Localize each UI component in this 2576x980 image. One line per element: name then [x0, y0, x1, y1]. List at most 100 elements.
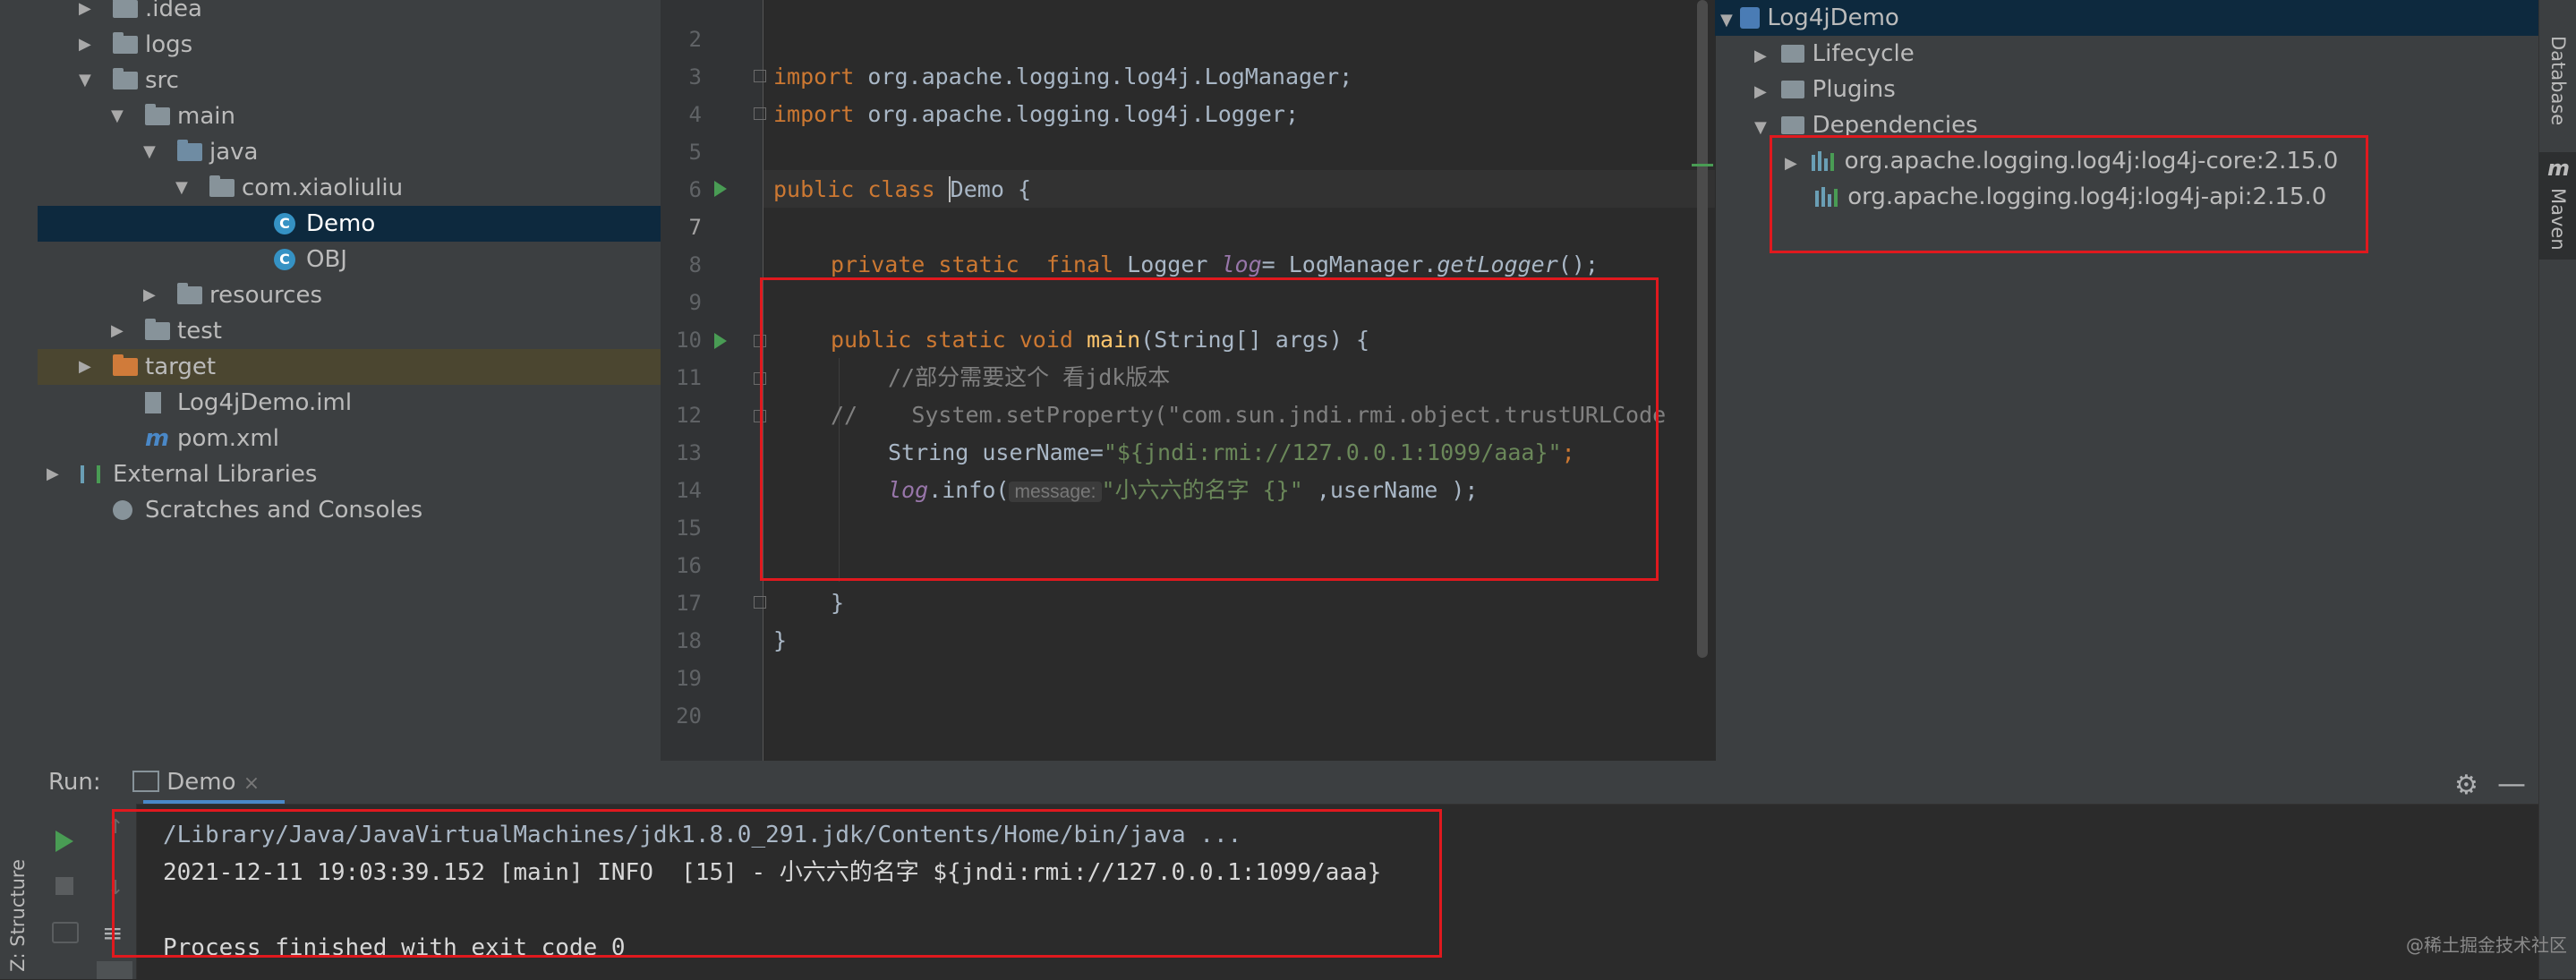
tree-item-label: OBJ: [306, 246, 347, 273]
folder-icon: [145, 319, 170, 340]
excluded-folder-icon: [113, 354, 138, 376]
maven-file-icon: m: [145, 425, 170, 452]
line-number: 18: [676, 628, 702, 653]
tree-item-com-xiaoliuliu[interactable]: ▼ com.xiaoliuliu: [38, 170, 661, 206]
highlight-box-code: [760, 277, 1659, 581]
tree-item-obj[interactable]: C OBJ: [38, 242, 661, 277]
tree-item-label: target: [145, 354, 217, 380]
database-tab[interactable]: Database: [2547, 36, 2569, 125]
watermark: @稀土掘金技术社区: [2406, 934, 2567, 956]
line-number: 17: [676, 591, 702, 616]
run-tab-demo[interactable]: Demo ×: [132, 761, 260, 804]
folder-gear-icon: [1781, 81, 1805, 98]
chevron-right-icon[interactable]: ▶: [111, 313, 129, 349]
scratches-icon: [113, 500, 132, 520]
java-class-icon: C: [274, 249, 295, 270]
code-line-19[interactable]: }: [773, 622, 787, 660]
line-number: 4: [688, 102, 702, 127]
structure-tab[interactable]: Z: Structure: [7, 859, 29, 972]
run-label: Run:: [48, 769, 101, 796]
tree-item-log4jdemo-iml[interactable]: Log4jDemo.iml: [38, 385, 661, 421]
line-number: 8: [688, 252, 702, 277]
maven-plugins[interactable]: ▶ Plugins: [1754, 72, 1896, 107]
tree-item-external-libraries[interactable]: ▶ External Libraries: [38, 456, 661, 492]
chevron-right-icon[interactable]: ▶: [47, 456, 64, 492]
scroll-end-icon[interactable]: [97, 961, 132, 979]
chevron-right-icon[interactable]: ▶: [79, 349, 97, 385]
editor-scrollbar[interactable]: [1697, 0, 1708, 658]
code-line-18[interactable]: }: [831, 584, 844, 622]
maven-project-icon: [1740, 7, 1761, 29]
line-number: 13: [676, 440, 702, 465]
line-number: 12: [676, 403, 702, 428]
change-marker: [1692, 164, 1713, 166]
line-number: 5: [688, 140, 702, 165]
folder-icon: [113, 32, 138, 54]
tree-item-scratches-and-consoles[interactable]: Scratches and Consoles: [38, 492, 661, 528]
rerun-icon[interactable]: [55, 831, 73, 852]
tree-item-logs[interactable]: ▶ logs: [38, 27, 661, 63]
maven-lifecycle[interactable]: ▶ Lifecycle: [1754, 36, 1915, 72]
tree-item--idea[interactable]: ▶ .idea: [38, 0, 661, 27]
line-number: 15: [676, 516, 702, 541]
chevron-right-icon[interactable]: ▶: [79, 0, 97, 27]
run-tab-underline: [143, 800, 285, 804]
close-tab-icon[interactable]: ×: [243, 772, 260, 795]
line-number: 14: [676, 478, 702, 503]
stop-icon[interactable]: [55, 877, 73, 895]
line-number: 2: [688, 27, 702, 52]
chevron-right-icon[interactable]: ▶: [143, 277, 161, 313]
line-number: 20: [676, 703, 702, 729]
maven-tab[interactable]: Maven: [2547, 188, 2569, 251]
tree-item-src[interactable]: ▼ src: [38, 63, 661, 98]
tree-item-java[interactable]: ▼ java: [38, 134, 661, 170]
line-number: 19: [676, 666, 702, 691]
minimize-icon[interactable]: —: [2497, 766, 2526, 800]
line-number: 11: [676, 365, 702, 390]
folder-gear-icon: [1781, 45, 1805, 63]
tree-item-label: logs: [145, 31, 193, 58]
tree-item-label: External Libraries: [113, 461, 318, 488]
maven-logo-icon: m: [2547, 156, 2571, 181]
chevron-down-icon[interactable]: ▼: [79, 63, 97, 98]
line-number: 9: [688, 290, 702, 315]
tree-item-pom-xml[interactable]: m pom.xml: [38, 421, 661, 456]
tree-item-label: pom.xml: [177, 425, 279, 452]
chevron-down-icon[interactable]: ▼: [175, 170, 193, 206]
code-line-4[interactable]: import org.apache.logging.log4j.LogManag…: [773, 58, 1352, 96]
tree-item-demo[interactable]: C Demo: [38, 206, 661, 242]
folder-icon: [177, 283, 202, 304]
settings-gear-icon[interactable]: ⚙: [2454, 770, 2478, 801]
tree-item-resources[interactable]: ▶ resources: [38, 277, 661, 313]
fold-icon[interactable]: [754, 70, 766, 82]
chevron-down-icon[interactable]: ▼: [111, 98, 129, 134]
line-number: 10: [676, 328, 702, 353]
project-tree: ▶ .idea ▶ logs ▼ src ▼ main ▼ java ▼ com.xiaoliuliu…: [38, 0, 661, 537]
folder-icon: [145, 104, 170, 125]
tree-item-label: src: [145, 67, 179, 94]
tree-item-label: Demo: [306, 210, 376, 237]
camera-icon[interactable]: [52, 922, 79, 943]
java-class-icon: C: [274, 213, 295, 234]
code-line-5[interactable]: import org.apache.logging.log4j.Logger;: [773, 96, 1299, 133]
line-number: 3: [688, 64, 702, 89]
tree-item-label: Log4jDemo.iml: [177, 389, 353, 416]
fold-icon[interactable]: [754, 107, 766, 120]
source-folder-icon: [177, 140, 202, 161]
maven-project-row[interactable]: ▼ Log4jDemo: [1720, 0, 1899, 36]
folder-icon: [113, 0, 138, 18]
tree-item-target[interactable]: ▶ target: [38, 349, 661, 385]
tree-item-test[interactable]: ▶ test: [38, 313, 661, 349]
package-icon: [209, 175, 235, 197]
run-header: [38, 761, 2538, 805]
run-main-icon[interactable]: [714, 333, 727, 349]
code-line-7[interactable]: public class Demo {: [773, 171, 1031, 209]
tree-item-label: resources: [209, 282, 323, 309]
right-tool-strip: [2538, 0, 2576, 979]
tree-item-main[interactable]: ▼ main: [38, 98, 661, 134]
tree-item-label: Scratches and Consoles: [145, 497, 423, 524]
chevron-right-icon[interactable]: ▶: [79, 27, 97, 63]
chevron-down-icon[interactable]: ▼: [143, 134, 161, 170]
run-class-icon[interactable]: [714, 181, 727, 197]
fold-icon[interactable]: [754, 596, 766, 609]
